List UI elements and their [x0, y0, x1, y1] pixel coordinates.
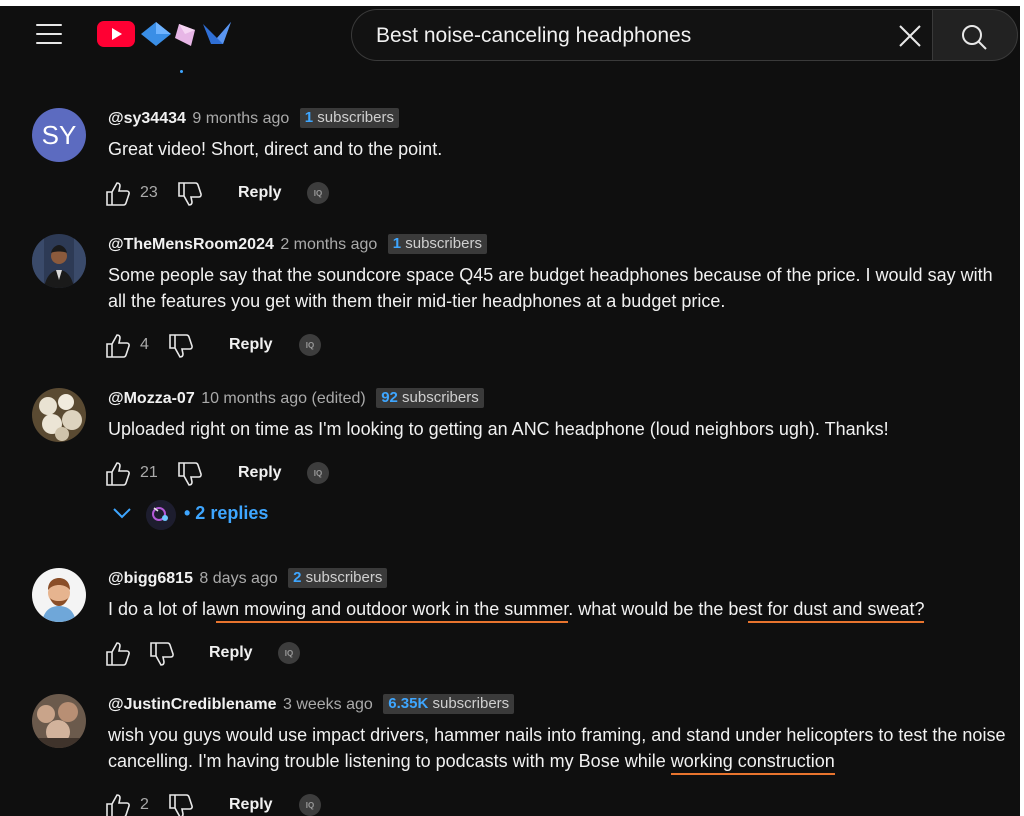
- comment-text: Great video! Short, direct and to the po…: [108, 139, 443, 159]
- top-bar: [0, 6, 1020, 66]
- comment-author[interactable]: @JustinCrediblename: [108, 696, 277, 713]
- replies-toggle[interactable]: • 2 replies: [112, 500, 312, 530]
- thumb-down-icon[interactable]: [148, 640, 176, 668]
- youtube-logo-icon: [97, 21, 135, 47]
- comment-header: @sy34434 9 months ago 1 subscribers: [108, 108, 399, 130]
- crystal-icon: [175, 24, 195, 46]
- subscriber-label: subscribers: [405, 235, 482, 252]
- avatar-photo: [32, 388, 86, 442]
- iq-button[interactable]: IQ: [299, 794, 321, 816]
- like-count: 23: [140, 184, 158, 201]
- thumb-up-icon[interactable]: [104, 460, 132, 488]
- diamond-icon: [141, 22, 171, 46]
- avatar-photo: [32, 234, 86, 288]
- subscriber-count: 1: [392, 235, 402, 252]
- youtube-comments-page: SY @sy34434 9 months ago 1 subscribers G…: [0, 6, 1020, 816]
- comment-header: @bigg6815 8 days ago 2 subscribers: [108, 568, 388, 590]
- comment-header: @TheMensRoom2024 2 months ago 1 subscrib…: [108, 234, 487, 256]
- comment-author[interactable]: @TheMensRoom2024: [108, 236, 274, 253]
- subscriber-label: subscribers: [305, 569, 383, 586]
- reply-button[interactable]: Reply: [238, 184, 282, 202]
- comment-author[interactable]: @bigg6815: [108, 570, 193, 587]
- comment-author[interactable]: @Mozza-07: [108, 390, 195, 407]
- highlighted-text: st for dust and sweat?: [748, 599, 925, 623]
- thumb-down-icon[interactable]: [176, 180, 204, 208]
- subscriber-count: 2: [293, 569, 302, 586]
- menu-icon[interactable]: [36, 24, 62, 44]
- logo-group[interactable]: [97, 20, 237, 50]
- subscriber-count: 6.35K: [388, 695, 429, 712]
- comment-text: Uploaded right on time as I'm looking to…: [108, 419, 889, 439]
- reply-button[interactable]: Reply: [238, 464, 282, 482]
- highlighted-text: wn mowing and outdoor work in the summer: [216, 599, 569, 623]
- subscriber-count: 92: [381, 389, 398, 406]
- comment-time[interactable]: 9 months ago: [192, 110, 289, 127]
- highlighted-text: working construction: [670, 751, 835, 775]
- iq-button[interactable]: IQ: [307, 462, 329, 484]
- comment-header: @Mozza-07 10 months ago (edited) 92 subs…: [108, 388, 484, 410]
- subscriber-label: subscribers: [317, 109, 394, 126]
- thumb-up-icon[interactable]: [104, 792, 132, 816]
- comment-text-part: . what would be the be: [568, 599, 749, 619]
- avatar[interactable]: [32, 694, 86, 748]
- iq-button[interactable]: IQ: [307, 182, 329, 204]
- thumb-up-icon[interactable]: [104, 640, 132, 668]
- thumb-up-icon[interactable]: [104, 332, 132, 360]
- chevron-down-icon[interactable]: [112, 506, 132, 520]
- crane-icon: [203, 22, 231, 44]
- comment-author[interactable]: @sy34434: [108, 110, 186, 127]
- like-count: 2: [140, 796, 149, 813]
- comment-time[interactable]: 10 months ago (edited): [201, 390, 366, 407]
- comment-text-part: I do a lot of la: [108, 599, 217, 619]
- reply-button[interactable]: Reply: [209, 644, 253, 662]
- avatar-initials: SY: [32, 108, 86, 162]
- avatar[interactable]: [32, 568, 86, 622]
- comment-text: I do a lot of lawn mowing and outdoor wo…: [108, 596, 1008, 623]
- reply-button[interactable]: Reply: [229, 796, 273, 814]
- subscriber-badge: 92 subscribers: [376, 388, 484, 408]
- thumb-up-icon[interactable]: [104, 180, 132, 208]
- search-box: [351, 9, 933, 61]
- comment-text-part: wish you guys would use impact drivers, …: [108, 725, 1006, 771]
- comment-text: wish you guys would use impact drivers, …: [108, 722, 1008, 775]
- thumb-down-icon[interactable]: [167, 792, 195, 816]
- progress-dot: [180, 70, 183, 73]
- search-input[interactable]: [374, 22, 878, 50]
- thumb-down-icon[interactable]: [167, 332, 195, 360]
- reply-author-avatar: [146, 500, 176, 530]
- subscriber-count: 1: [304, 109, 314, 126]
- avatar-photo: [32, 568, 86, 622]
- subscriber-badge: 6.35K subscribers: [383, 694, 515, 714]
- subscriber-label: subscribers: [432, 695, 510, 712]
- avatar[interactable]: SY: [32, 108, 86, 162]
- comment-header: @JustinCrediblename 3 weeks ago 6.35K su…: [108, 694, 515, 716]
- subscriber-badge: 1 subscribers: [387, 234, 487, 254]
- avatar-photo: [32, 694, 86, 748]
- subscriber-label: subscribers: [402, 389, 479, 406]
- comment-time[interactable]: 3 weeks ago: [283, 696, 373, 713]
- close-icon[interactable]: [895, 21, 925, 51]
- iq-button[interactable]: IQ: [299, 334, 321, 356]
- search-button[interactable]: [932, 9, 1018, 61]
- subscriber-badge: 2 subscribers: [288, 568, 388, 588]
- reply-button[interactable]: Reply: [229, 336, 273, 354]
- search-icon: [962, 25, 987, 50]
- iq-button[interactable]: IQ: [278, 642, 300, 664]
- comment-text: Some people say that the soundcore space…: [108, 265, 993, 311]
- comment-time[interactable]: 8 days ago: [199, 570, 277, 587]
- thumb-down-icon[interactable]: [176, 460, 204, 488]
- like-count: 4: [140, 336, 149, 353]
- subscriber-badge: 1 subscribers: [299, 108, 399, 128]
- replies-link[interactable]: • 2 replies: [184, 503, 268, 524]
- avatar[interactable]: [32, 388, 86, 442]
- comment-time[interactable]: 2 months ago: [280, 236, 377, 253]
- avatar[interactable]: [32, 234, 86, 288]
- like-count: 21: [140, 464, 158, 481]
